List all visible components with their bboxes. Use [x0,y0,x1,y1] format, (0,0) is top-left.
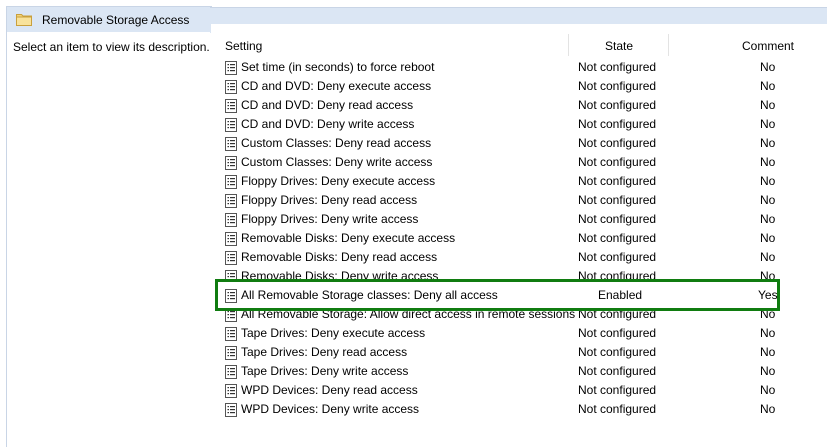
policy-setting-icon [225,346,237,360]
policy-setting-icon [225,365,237,379]
setting-name: Tape Drives: Deny write access [241,364,409,378]
setting-state: Not configured [578,193,657,207]
setting-name: CD and DVD: Deny read access [241,98,414,112]
setting-state: Not configured [578,79,657,93]
table-row[interactable]: Floppy Drives: Deny execute access Not co… [211,172,827,191]
setting-comment: No [760,212,776,226]
setting-comment: No [760,364,776,378]
setting-name: Set time (in seconds) to force reboot [241,60,435,74]
setting-name: Removable Disks: Deny execute access [241,231,456,245]
table-row[interactable]: Tape Drives: Deny execute access Not conf… [211,324,827,343]
setting-comment: No [760,193,776,207]
window-title: Removable Storage Access [42,13,190,27]
table-row[interactable]: Tape Drives: Deny read access Not configu… [211,343,827,362]
policy-setting-icon [225,403,237,417]
policy-setting-icon [225,213,237,227]
table-row[interactable]: WPD Devices: Deny write access Not config… [211,400,827,419]
setting-state: Not configured [578,402,657,416]
description-text: Select an item to view its description. [13,40,210,54]
setting-comment: No [760,231,776,245]
setting-name: Removable Disks: Deny read access [241,250,438,264]
setting-state: Not configured [578,60,657,74]
column-header-setting[interactable]: Setting [225,39,262,57]
setting-state: Not configured [578,117,657,131]
setting-name: Custom Classes: Deny read access [241,136,432,150]
setting-comment: No [760,60,776,74]
policy-setting-icon [225,61,237,75]
setting-comment: No [760,117,776,131]
setting-comment: No [760,326,776,340]
table-row-selected[interactable]: All Removable Storage classes: Deny all … [211,286,827,305]
setting-comment: No [760,174,776,188]
setting-comment: No [760,383,776,397]
policy-setting-icon [225,251,237,265]
setting-state: Not configured [578,250,657,264]
column-separator[interactable] [568,34,569,56]
setting-name: Floppy Drives: Deny execute access [241,174,436,188]
setting-name: Floppy Drives: Deny write access [241,212,419,226]
policy-setting-icon [225,118,237,132]
setting-comment: No [760,155,776,169]
policy-setting-icon [225,99,237,113]
policy-setting-icon [225,175,237,189]
description-pane: Select an item to view its description. [6,32,210,447]
setting-state: Enabled [598,288,643,302]
policy-setting-icon [225,80,237,94]
table-row[interactable]: WPD Devices: Deny read access Not configu… [211,381,827,400]
setting-state: Not configured [578,345,657,359]
setting-comment: Yes [758,288,778,302]
table-row[interactable]: CD and DVD: Deny read access Not configur… [211,96,827,115]
table-row[interactable]: CD and DVD: Deny write access Not configu… [211,115,827,134]
table-row[interactable]: Floppy Drives: Deny read access Not confi… [211,191,827,210]
column-separator[interactable] [668,34,669,56]
table-row[interactable]: Removable Disks: Deny read access Not con… [211,248,827,267]
setting-state: Not configured [578,98,657,112]
table-row[interactable]: CD and DVD: Deny execute access Not confi… [211,77,827,96]
title-strip [210,7,827,24]
policy-setting-icon [225,289,237,303]
policy-setting-icon [225,156,237,170]
setting-name: Tape Drives: Deny read access [241,345,408,359]
setting-state: Not configured [578,174,657,188]
setting-name: Tape Drives: Deny execute access [241,326,426,340]
setting-comment: No [760,402,776,416]
policy-setting-icon [225,194,237,208]
setting-state: Not configured [578,364,657,378]
setting-state: Not configured [578,231,657,245]
setting-name: Custom Classes: Deny write access [241,155,433,169]
setting-name: WPD Devices: Deny write access [241,402,420,416]
table-row[interactable]: Set time (in seconds) to force reboot Not… [211,58,827,77]
setting-comment: No [760,79,776,93]
setting-state: Not configured [578,326,657,340]
table-row[interactable]: Custom Classes: Deny read access Not conf… [211,134,827,153]
setting-state: Not configured [578,155,657,169]
setting-state: Not configured [578,136,657,150]
setting-name: WPD Devices: Deny read access [241,383,418,397]
setting-comment: No [760,345,776,359]
column-header-state[interactable]: State [605,39,633,57]
setting-name: CD and DVD: Deny write access [241,117,415,131]
policy-setting-icon [225,327,237,341]
table-row[interactable]: Floppy Drives: Deny write access Not conf… [211,210,827,229]
setting-name: CD and DVD: Deny execute access [241,79,432,93]
table-row[interactable]: Removable Disks: Deny execute access Not … [211,229,827,248]
setting-name: Floppy Drives: Deny read access [241,193,418,207]
policy-setting-icon [225,384,237,398]
setting-state: Not configured [578,212,657,226]
policy-setting-icon [225,232,237,246]
settings-list[interactable]: Setting State Comment Set time (in secon… [211,24,827,447]
setting-comment: No [760,136,776,150]
column-header-comment[interactable]: Comment [742,39,794,57]
table-row[interactable]: Tape Drives: Deny write access Not config… [211,362,827,381]
folder-icon [16,14,32,26]
setting-comment: No [760,98,776,112]
setting-name: All Removable Storage classes: Deny all … [241,288,498,302]
table-row[interactable]: Custom Classes: Deny write access Not con… [211,153,827,172]
policy-setting-icon [225,137,237,151]
setting-state: Not configured [578,383,657,397]
setting-comment: No [760,250,776,264]
